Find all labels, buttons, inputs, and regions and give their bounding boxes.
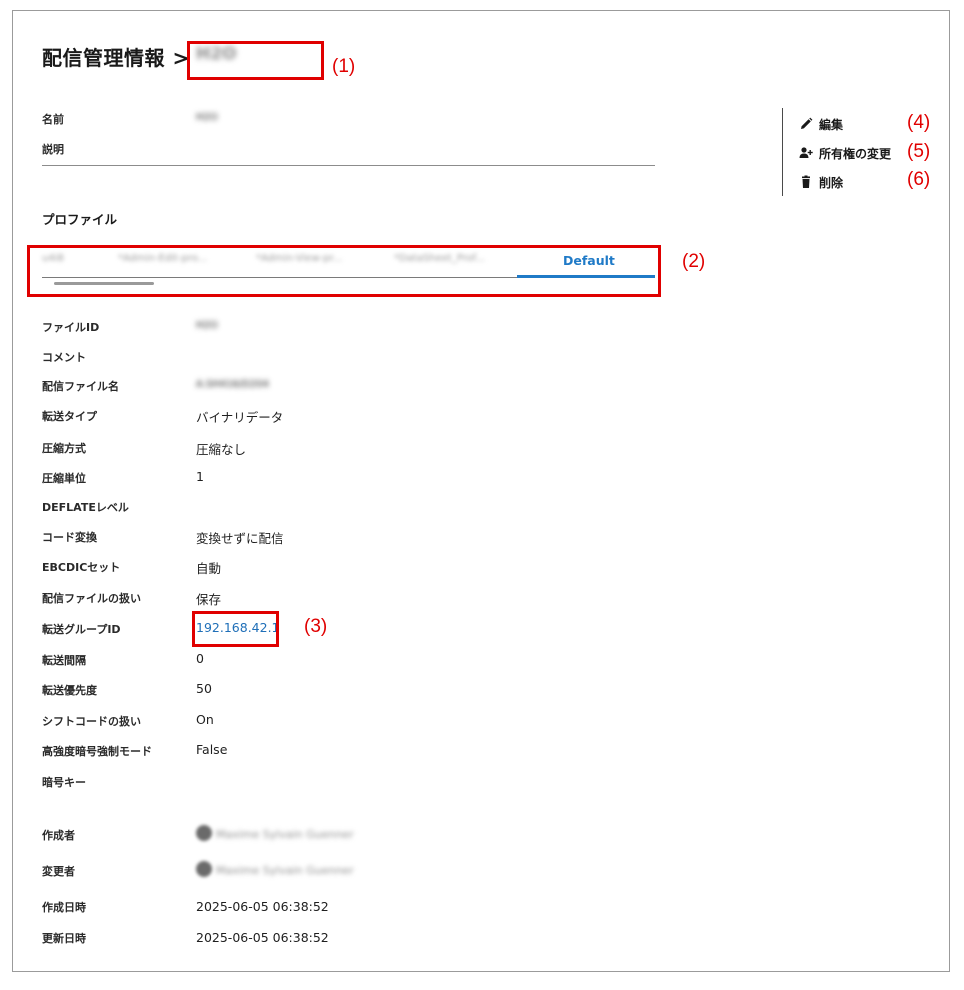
- delete-button[interactable]: 削除: [799, 174, 843, 191]
- updated-at-value: 2025-06-05 06:38:52: [196, 930, 329, 945]
- detail-value-strong-encryption: False: [196, 742, 228, 757]
- description-label: 説明: [42, 143, 64, 156]
- detail-label-encryption-key: 暗号キー: [42, 776, 86, 789]
- edit-label: 編集: [819, 118, 844, 132]
- change-owner-button[interactable]: 所有権の変更: [799, 145, 891, 162]
- avatar: [196, 825, 212, 841]
- created-at-label: 作成日時: [42, 901, 86, 914]
- modifier-value: Maxime Sylvain Guenner: [196, 861, 354, 877]
- detail-label-strong-encryption: 高強度暗号強制モード: [42, 745, 152, 758]
- detail-value-transfer-type: バイナリデータ: [196, 410, 284, 425]
- detail-label-transfer-type: 転送タイプ: [42, 410, 97, 423]
- actions-divider: [782, 108, 783, 196]
- callout-2: (2): [682, 251, 706, 272]
- creator-name: Maxime Sylvain Guenner: [216, 828, 354, 841]
- detail-label-code-conversion: コード変換: [42, 531, 97, 544]
- name-label: 名前: [42, 113, 64, 126]
- page-title: 配信管理情報 >: [42, 46, 190, 70]
- modifier-label: 変更者: [42, 865, 75, 878]
- detail-label-transfer-priority: 転送優先度: [42, 684, 97, 697]
- callout-4: (4): [907, 112, 931, 133]
- highlight-box-3: [192, 611, 279, 647]
- callout-1: (1): [332, 56, 356, 77]
- detail-label-transfer-interval: 転送間隔: [42, 654, 86, 667]
- detail-label-file-handling: 配信ファイルの扱い: [42, 592, 141, 605]
- highlight-box-2: [27, 245, 661, 297]
- callout-3: (3): [304, 616, 328, 637]
- change-owner-label: 所有権の変更: [819, 147, 892, 161]
- pencil-icon: [799, 117, 813, 131]
- detail-value-file-id: H2O: [196, 320, 218, 331]
- detail-value-ebcdic-set: 自動: [196, 561, 222, 576]
- user-plus-icon: [799, 146, 813, 160]
- divider: [42, 165, 655, 166]
- edit-button[interactable]: 編集: [799, 116, 843, 133]
- detail-label-transfer-group-id: 転送グループID: [42, 623, 121, 636]
- detail-value-transfer-priority: 50: [196, 681, 212, 696]
- detail-value-compression-unit: 1: [196, 469, 204, 484]
- detail-value-delivery-file-name: A.SH416/D204: [196, 379, 269, 390]
- created-at-value: 2025-06-05 06:38:52: [196, 899, 329, 914]
- detail-label-shift-code: シフトコードの扱い: [42, 715, 141, 728]
- modifier-name: Maxime Sylvain Guenner: [216, 864, 354, 877]
- updated-at-label: 更新日時: [42, 932, 86, 945]
- detail-label-deflate-level: DEFLATEレベル: [42, 501, 129, 514]
- detail-value-shift-code: On: [196, 712, 214, 727]
- creator-label: 作成者: [42, 829, 75, 842]
- detail-label-file-id: ファイルID: [42, 321, 100, 334]
- creator-value: Maxime Sylvain Guenner: [196, 825, 354, 841]
- detail-label-comment: コメント: [42, 351, 86, 364]
- detail-value-compression: 圧縮なし: [196, 442, 247, 457]
- detail-label-compression-unit: 圧縮単位: [42, 472, 86, 485]
- profile-section-title: プロファイル: [42, 212, 118, 227]
- callout-6: (6): [907, 169, 931, 190]
- highlight-box-1: [187, 41, 324, 80]
- detail-label-ebcdic-set: EBCDICセット: [42, 561, 121, 574]
- detail-label-delivery-file-name: 配信ファイル名: [42, 380, 119, 393]
- trash-icon: [799, 175, 813, 189]
- detail-value-file-handling: 保存: [196, 592, 222, 607]
- avatar: [196, 861, 212, 877]
- name-value: H2O: [196, 112, 218, 123]
- detail-value-code-conversion: 変換せずに配信: [196, 531, 284, 546]
- callout-5: (5): [907, 141, 931, 162]
- detail-value-transfer-interval: 0: [196, 651, 204, 666]
- delete-label: 削除: [819, 176, 844, 190]
- detail-label-compression: 圧縮方式: [42, 442, 86, 455]
